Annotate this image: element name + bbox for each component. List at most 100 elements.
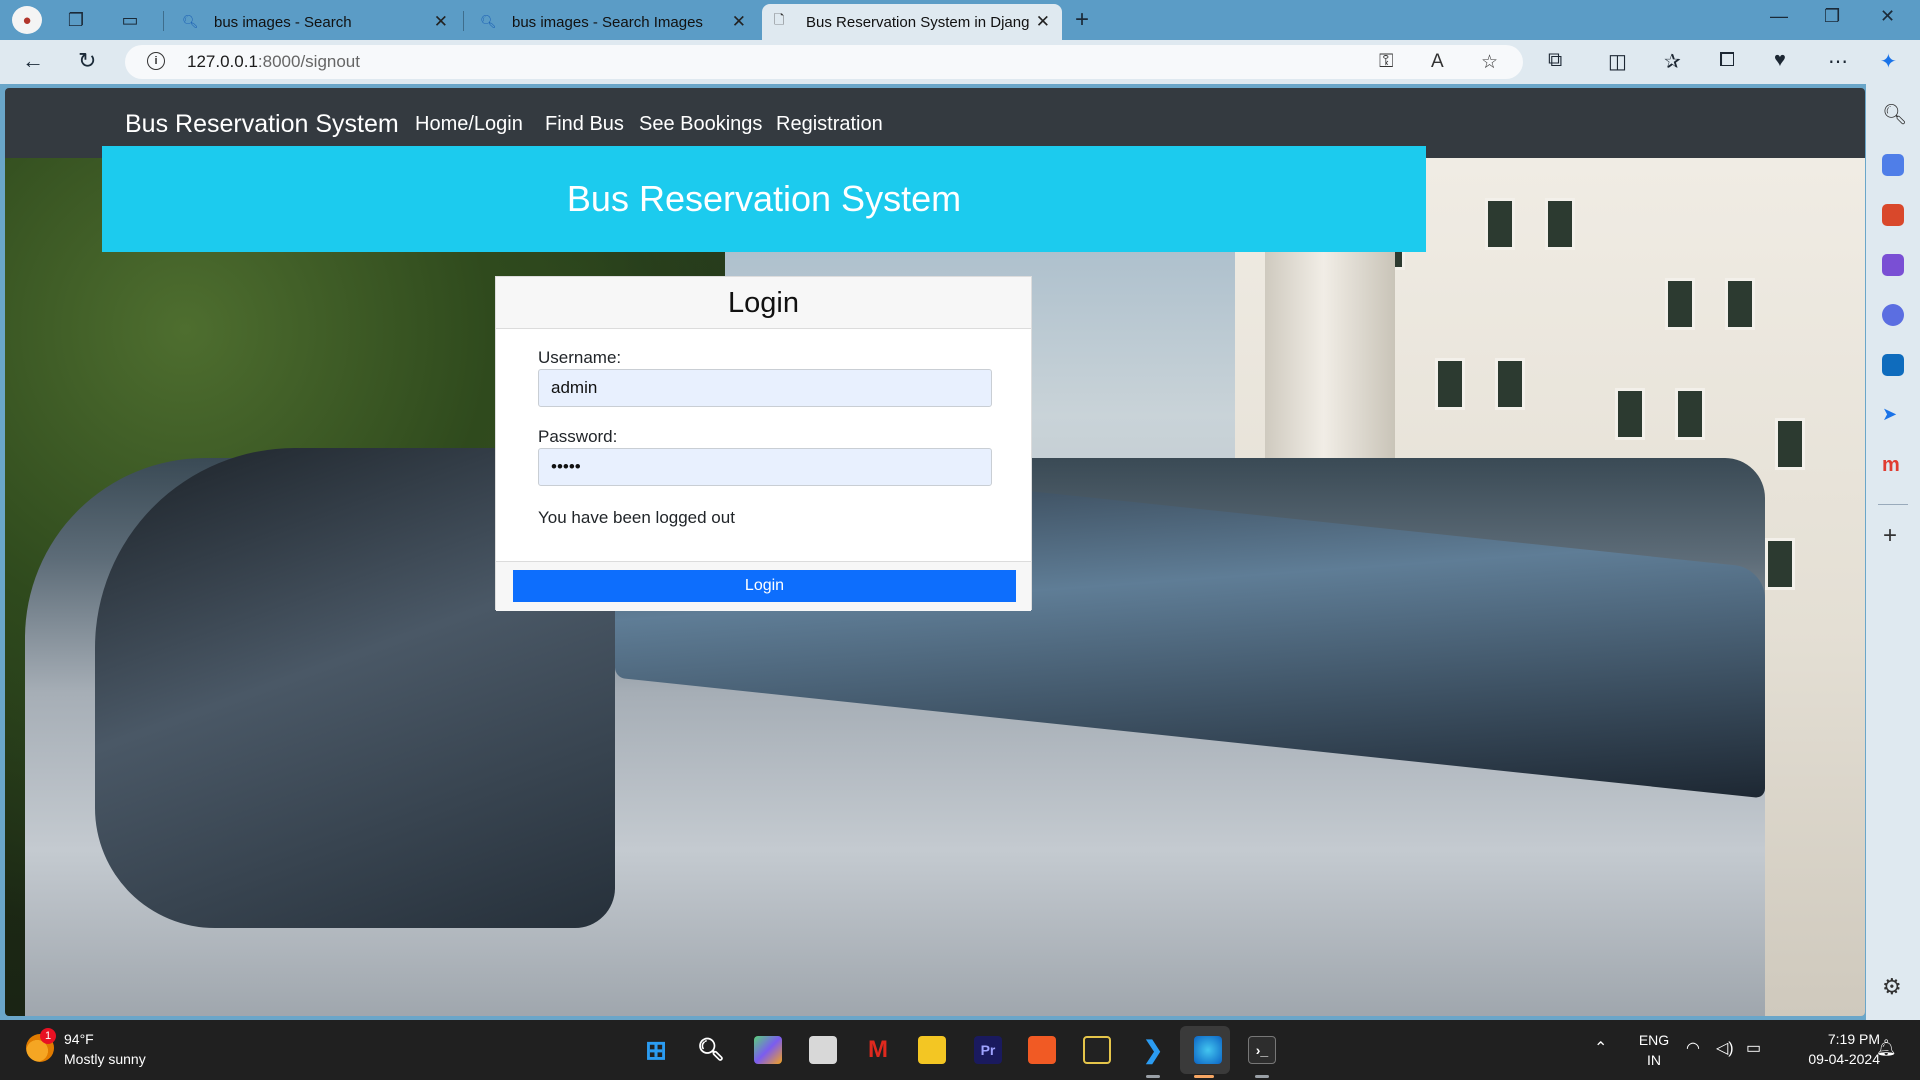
shopping-tag-icon[interactable] [1882,154,1904,176]
games-icon[interactable] [1882,254,1904,276]
wifi-icon[interactable]: ◠ [1686,1038,1700,1058]
weather-badge: 1 [40,1028,56,1044]
clock-date[interactable]: 09-04-2024 [1780,1051,1880,1067]
login-card: Login Username: Password: You have been … [495,276,1032,611]
app-m-icon[interactable]: m [1882,454,1904,476]
tools-briefcase-icon[interactable] [1882,204,1904,226]
favorites-icon[interactable]: ✰ [1664,49,1681,74]
sidebar-settings-icon[interactable]: ⚙ [1882,974,1902,1000]
username-input[interactable] [538,369,992,407]
site-info-icon[interactable]: i [147,52,165,70]
sidebar-divider [1878,504,1908,505]
start-windows-icon[interactable]: ⊞ [642,1035,670,1065]
restore-icon[interactable]: ❐ [1824,6,1840,27]
page-icon: 🗋 [774,12,785,27]
extensions-icon[interactable]: ⧉ [1548,49,1562,72]
search-icon[interactable]: 🔍︎ [1882,102,1907,126]
add-sidebar-app-icon[interactable]: + [1883,522,1897,550]
tab-bus-images-search[interactable]: 🔍︎ bus images - Search ✕ [170,4,460,40]
nav-link-registration[interactable]: Registration [776,113,883,136]
task-view-icon[interactable] [809,1036,837,1064]
volume-icon[interactable]: ◁) [1716,1038,1734,1058]
tab-label: Bus Reservation System in Djang [806,13,1030,31]
taskbar-search-icon[interactable]: 🔍︎ [697,1036,725,1064]
nav-link-see-bookings[interactable]: See Bookings [639,113,762,136]
vscode-icon[interactable]: ❯ [1139,1036,1167,1064]
close-tab-icon[interactable]: ✕ [434,12,448,32]
outlook-icon[interactable] [1882,354,1904,376]
password-input[interactable] [538,448,992,486]
nav-link-home-login[interactable]: Home/Login [415,113,523,136]
language-line1[interactable]: ENG [1634,1032,1674,1048]
notification-bell-icon[interactable]: 🔔︎ [1876,1038,1896,1058]
refresh-icon[interactable]: ↻ [78,48,96,74]
mcafee-icon[interactable]: M [864,1036,892,1064]
show-hidden-icons-icon[interactable]: ⌃ [1594,1038,1607,1058]
workspaces-icon[interactable]: ❐ [64,8,88,32]
username-label: Username: [538,348,622,367]
read-aloud-icon[interactable]: A [1431,51,1444,73]
url-text[interactable]: 127.0.0.1:8000/signout [187,52,360,72]
split-screen-icon[interactable]: ◫ [1608,49,1627,74]
close-window-icon[interactable]: ✕ [1880,6,1895,27]
premiere-pro-icon[interactable]: Pr [974,1036,1002,1064]
favorite-star-icon[interactable]: ☆ [1481,51,1498,74]
terminal-icon[interactable]: ›_ [1248,1036,1276,1064]
windows-taskbar: 1 94°F Mostly sunny ⊞ 🔍︎ M Pr ❯ ›_ ⌃ ENG… [0,1020,1920,1080]
browser-essentials-icon[interactable]: ♥ [1774,49,1786,72]
building-window [1495,358,1525,410]
file-explorer-icon[interactable] [918,1036,946,1064]
nav-link-find-bus[interactable]: Find Bus [545,113,624,136]
banner-title: Bus Reservation System [566,178,962,219]
send-icon[interactable]: ➤ [1882,404,1904,426]
login-card-footer: Login [496,561,1031,611]
browser-tab-bar: ● ❐ ▭ 🔍︎ bus images - Search ✕ 🔍︎ bus im… [0,0,1920,40]
back-icon[interactable]: ← [22,48,44,74]
password-label: Password: [538,427,618,446]
tab-actions-icon[interactable]: ▭ [118,8,142,32]
language-line2[interactable]: IN [1634,1052,1674,1068]
url-host: 127.0.0.1 [187,52,258,71]
address-bar[interactable]: i 127.0.0.1:8000/signout ⚿ A ☆ [125,45,1523,79]
collections-icon[interactable]: ⧠ [1719,49,1735,72]
edge-browser-icon[interactable] [1194,1036,1222,1064]
building-window [1675,388,1705,440]
weather-condition[interactable]: Mostly sunny [64,1051,146,1067]
navbar-brand[interactable]: Bus Reservation System [125,110,399,139]
login-button[interactable]: Login [513,570,1016,602]
davinci-resolve-icon[interactable] [1083,1036,1111,1064]
jumbotron-banner: Bus Reservation System [102,146,1426,252]
running-indicator [1255,1075,1269,1078]
minimize-icon[interactable]: — [1770,6,1788,27]
new-tab-button[interactable]: + [1075,6,1089,34]
clock-time[interactable]: 7:19 PM [1780,1031,1880,1047]
tab-bus-images-search-images[interactable]: 🔍︎ bus images - Search Images ✕ [468,4,758,40]
building-window [1765,538,1795,590]
building-window [1665,278,1695,330]
web-page: Bus Reservation System Home/Login Find B… [5,88,1865,1016]
tab-label: bus images - Search Images [512,13,703,31]
tab-separator [463,11,464,31]
microsoft-365-icon[interactable] [1882,304,1904,326]
profile-avatar-icon[interactable]: ● [12,6,42,34]
running-indicator [1194,1075,1214,1078]
search-icon: 🔍︎ [480,14,497,29]
tab-separator [163,11,164,31]
brave-browser-icon[interactable] [1028,1036,1056,1064]
tab-label: bus images - Search [214,13,352,31]
copilot-icon[interactable]: ✦ [1880,49,1897,74]
more-menu-icon[interactable]: ⋯ [1828,49,1848,74]
battery-icon[interactable]: ▭ [1746,1038,1761,1058]
password-key-icon[interactable]: ⚿ [1379,51,1393,73]
building-window [1545,198,1575,250]
edge-sidebar: 🔍︎ ➤ m + ⚙ [1866,84,1920,1020]
building-window [1725,278,1755,330]
building-window [1435,358,1465,410]
close-tab-icon[interactable]: ✕ [732,12,746,32]
login-card-title: Login [496,277,1031,329]
weather-temperature[interactable]: 94°F [64,1031,94,1047]
copilot-taskbar-icon[interactable] [754,1036,782,1064]
close-tab-icon[interactable]: ✕ [1036,12,1050,32]
tab-bus-reservation[interactable]: 🗋 Bus Reservation System in Djang ✕ [762,4,1062,40]
address-toolbar: ← ↻ i 127.0.0.1:8000/signout ⚿ A ☆ ⧉ ◫ ✰… [0,40,1920,84]
